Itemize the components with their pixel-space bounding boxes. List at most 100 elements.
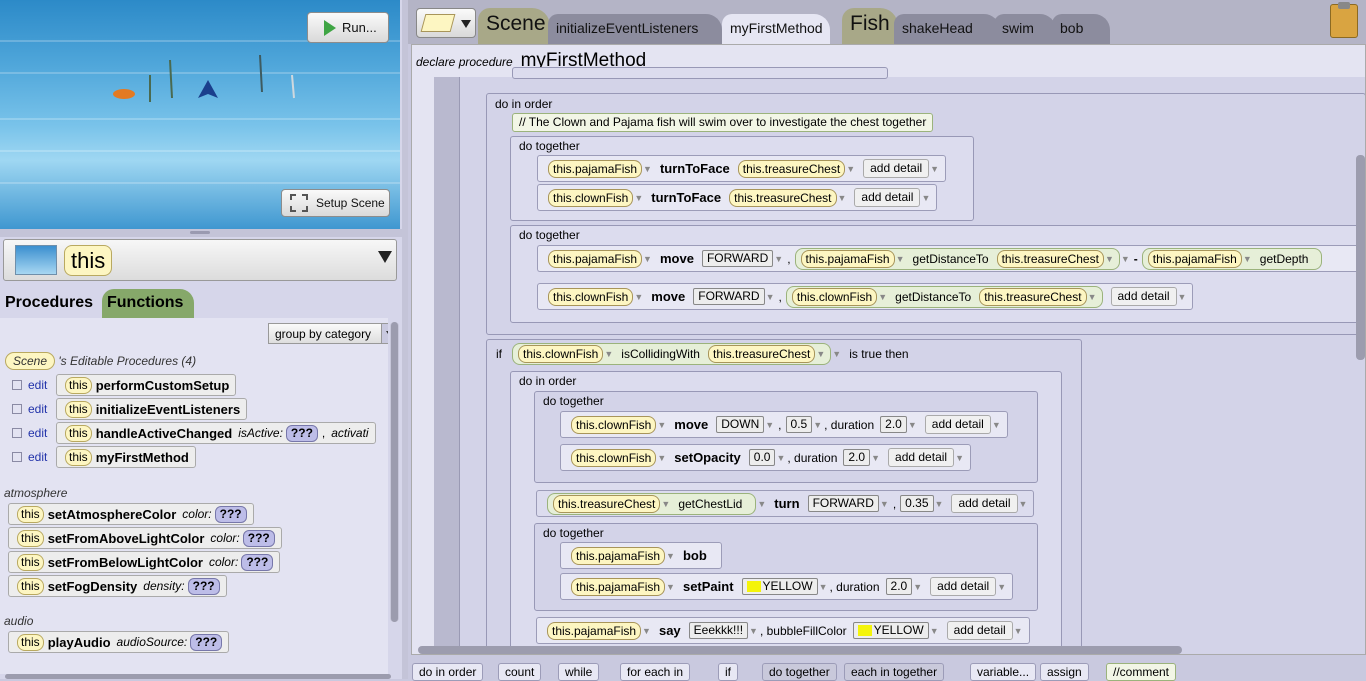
object-pill[interactable]: this.pajamaFish bbox=[547, 621, 642, 640]
move-statement[interactable]: this.clownFish ▼ move FORWARD ▼ , this.clo… bbox=[537, 283, 1194, 310]
tab-functions[interactable]: Functions bbox=[102, 289, 194, 319]
tab-scene[interactable]: Scene bbox=[478, 8, 550, 44]
tab-initialize-event-listeners[interactable]: initializeEventListeners bbox=[548, 14, 722, 44]
bob-statement[interactable]: this.pajamaFish ▼ bob bbox=[560, 542, 722, 569]
object-pill[interactable]: this.treasureChest bbox=[729, 188, 837, 207]
distance-expression[interactable]: this.pajamaFish ▼ getDistanceTo this.trea… bbox=[794, 247, 1120, 270]
row-checkbox[interactable] bbox=[12, 428, 22, 438]
splitter-grip[interactable] bbox=[190, 231, 210, 234]
object-pill[interactable]: this.pajamaFish bbox=[1147, 249, 1242, 268]
colliding-expression[interactable]: this.clownFish ▼ isCollidingWith this.tre… bbox=[512, 343, 832, 365]
turn-statement[interactable]: this.treasureChest ▼ getChestLid ▼ turn F… bbox=[536, 490, 1035, 517]
editor-horizontal-scrollbar[interactable] bbox=[418, 646, 1182, 654]
param-value[interactable]: ??? bbox=[242, 529, 275, 547]
tab-bob[interactable]: bob bbox=[1052, 14, 1110, 44]
direction-value[interactable]: FORWARD bbox=[693, 288, 765, 305]
left-horizontal-scrollbar[interactable] bbox=[5, 674, 391, 679]
template-if[interactable]: if bbox=[718, 663, 738, 681]
set-paint-statement[interactable]: this.pajamaFish ▼ setPaint YELLOW ▼ , dura… bbox=[560, 573, 1014, 600]
amount-value[interactable]: 0.5 bbox=[785, 416, 813, 433]
object-pill[interactable]: this.pajamaFish bbox=[548, 159, 643, 178]
edit-link[interactable]: edit bbox=[28, 402, 56, 416]
tab-swim[interactable]: swim bbox=[994, 14, 1056, 44]
procedure-block[interactable]: this setFogDensity density: ??? bbox=[8, 575, 227, 597]
run-button[interactable]: Run... bbox=[307, 12, 389, 43]
color-value[interactable]: YELLOW bbox=[852, 622, 929, 639]
depth-expression[interactable]: this.pajamaFish ▼ getDepth bbox=[1141, 247, 1323, 270]
scrollbar-thumb[interactable] bbox=[391, 322, 398, 622]
opacity-value[interactable]: 0.0 bbox=[748, 449, 776, 466]
edit-link[interactable]: edit bbox=[28, 450, 56, 464]
minus-operator[interactable]: - bbox=[1134, 252, 1138, 266]
procedure-block[interactable]: this performCustomSetup bbox=[56, 374, 237, 396]
left-vertical-scrollbar[interactable] bbox=[390, 322, 399, 622]
say-text-value[interactable]: Eeekkk!!! bbox=[688, 622, 749, 639]
setup-scene-button[interactable]: Setup Scene bbox=[281, 189, 390, 217]
tab-shake-head[interactable]: shakeHead bbox=[894, 14, 1000, 44]
object-selector[interactable]: this bbox=[3, 239, 397, 281]
object-pill[interactable]: this.clownFish bbox=[548, 188, 634, 207]
group-by-select[interactable]: group by category bbox=[268, 323, 388, 344]
type-selector[interactable] bbox=[416, 8, 476, 38]
duration-value[interactable]: 2.0 bbox=[880, 416, 907, 433]
add-detail-button[interactable]: add detail bbox=[930, 577, 997, 596]
template-variable[interactable]: variable... bbox=[970, 663, 1037, 681]
add-detail-button[interactable]: add detail bbox=[863, 159, 930, 178]
procedure-block[interactable]: this setFromBelowLightColor color: ??? bbox=[8, 551, 281, 573]
param-value[interactable]: ??? bbox=[285, 424, 318, 442]
row-checkbox[interactable] bbox=[12, 380, 22, 390]
object-pill[interactable]: this.treasureChest bbox=[737, 159, 846, 178]
procedure-block[interactable]: this setAtmosphereColor color: ??? bbox=[8, 503, 254, 525]
object-pill[interactable]: this.treasureChest bbox=[707, 345, 816, 363]
move-statement[interactable]: this.pajamaFish ▼ move FORWARD ▼ , this.pa… bbox=[537, 245, 1365, 272]
procedure-block[interactable]: this playAudio audioSource: ??? bbox=[8, 631, 230, 653]
param-value[interactable]: ??? bbox=[241, 553, 274, 571]
edit-link[interactable]: edit bbox=[28, 378, 56, 392]
object-pill[interactable]: this.clownFish bbox=[571, 415, 657, 434]
row-checkbox[interactable] bbox=[12, 452, 22, 462]
tab-procedures[interactable]: Procedures bbox=[0, 289, 101, 319]
param-value[interactable]: ??? bbox=[187, 577, 220, 595]
set-opacity-statement[interactable]: this.clownFish ▼ setOpacity 0.0 ▼ , durati… bbox=[560, 444, 971, 471]
object-pill[interactable]: this.pajamaFish bbox=[571, 546, 666, 565]
object-pill[interactable]: this.pajamaFish bbox=[548, 249, 643, 268]
amount-value[interactable]: 0.35 bbox=[900, 495, 934, 512]
add-detail-button[interactable]: add detail bbox=[1110, 287, 1177, 306]
object-pill[interactable]: this.clownFish bbox=[548, 287, 634, 306]
scene-view[interactable]: Run... Setup Scene bbox=[0, 0, 400, 229]
template-comment[interactable]: //comment bbox=[1106, 663, 1177, 681]
horizontal-splitter[interactable] bbox=[0, 229, 402, 237]
dropdown-arrow-icon[interactable] bbox=[378, 251, 392, 263]
turn-to-face-statement[interactable]: this.pajamaFish ▼ turnToFace this.treasur… bbox=[537, 155, 947, 182]
param-value[interactable]: ??? bbox=[214, 505, 247, 523]
add-detail-button[interactable]: add detail bbox=[854, 188, 921, 207]
object-pill[interactable]: this.treasureChest bbox=[553, 494, 661, 513]
object-pill[interactable]: this.pajamaFish bbox=[571, 577, 666, 596]
object-pill[interactable]: this.clownFish bbox=[571, 448, 657, 467]
template-while[interactable]: while bbox=[558, 663, 600, 681]
object-pill[interactable]: this.clownFish bbox=[518, 345, 604, 363]
turn-to-face-statement[interactable]: this.clownFish ▼ turnToFace this.treasure… bbox=[537, 184, 938, 211]
duration-value[interactable]: 2.0 bbox=[885, 578, 913, 595]
distance-expression[interactable]: this.clownFish ▼ getDistanceTo this.treas… bbox=[785, 285, 1103, 308]
param-value[interactable]: ??? bbox=[190, 633, 223, 651]
direction-value[interactable]: FORWARD bbox=[701, 250, 774, 267]
add-detail-button[interactable]: add detail bbox=[951, 494, 1018, 513]
add-detail-button[interactable]: add detail bbox=[924, 415, 991, 434]
comment-block[interactable]: // The Clown and Pajama fish will swim o… bbox=[512, 113, 934, 132]
add-detail-button[interactable]: add detail bbox=[946, 621, 1013, 640]
object-pill[interactable]: this.pajamaFish bbox=[800, 249, 895, 268]
procedure-block[interactable]: this handleActiveChanged isActive: ??? ,… bbox=[56, 422, 376, 444]
duration-value[interactable]: 2.0 bbox=[843, 449, 871, 466]
object-pill[interactable]: this.treasureChest bbox=[996, 249, 1104, 268]
row-checkbox[interactable] bbox=[12, 404, 22, 414]
object-pill[interactable]: this.treasureChest bbox=[979, 287, 1087, 306]
template-do-in-order[interactable]: do in order bbox=[412, 663, 484, 681]
editor-vertical-scrollbar[interactable] bbox=[1356, 155, 1365, 360]
direction-value[interactable]: DOWN bbox=[716, 416, 765, 433]
template-assign[interactable]: assign bbox=[1040, 663, 1089, 681]
direction-value[interactable]: FORWARD bbox=[807, 495, 879, 512]
tab-fish[interactable]: Fish bbox=[842, 8, 898, 44]
clipboard-icon[interactable] bbox=[1330, 2, 1358, 38]
color-value[interactable]: YELLOW bbox=[741, 578, 818, 595]
